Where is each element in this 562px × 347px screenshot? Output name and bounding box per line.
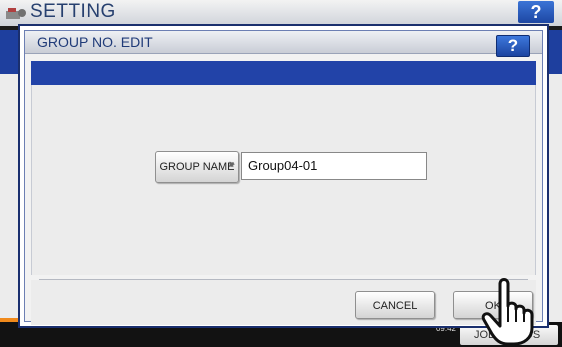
dialog-frame: GROUP NO. EDIT ? GROUP NAME ▶ Group04-01…: [24, 30, 543, 325]
group-name-button-label: GROUP NAME: [159, 161, 235, 173]
group-no-edit-dialog: GROUP NO. EDIT ? GROUP NAME ▶ Group04-01…: [18, 24, 549, 328]
background-help-button[interactable]: ?: [518, 1, 554, 23]
background-header: SETTING ?: [0, 0, 562, 26]
dialog-title: GROUP NO. EDIT: [37, 34, 153, 50]
group-name-button[interactable]: GROUP NAME ▶: [155, 151, 239, 183]
dialog-header: GROUP NO. EDIT ?: [25, 31, 542, 57]
hand-pointer-icon: [481, 278, 534, 346]
background-title: SETTING: [30, 1, 116, 22]
cancel-button[interactable]: CANCEL: [355, 291, 435, 319]
triangle-right-icon: ▶: [229, 161, 235, 168]
settings-icon: [6, 8, 26, 19]
dialog-help-button[interactable]: ?: [496, 35, 530, 57]
dialog-blue-band: [31, 61, 536, 85]
group-name-field[interactable]: Group04-01: [241, 152, 427, 180]
dialog-content: [31, 85, 536, 275]
